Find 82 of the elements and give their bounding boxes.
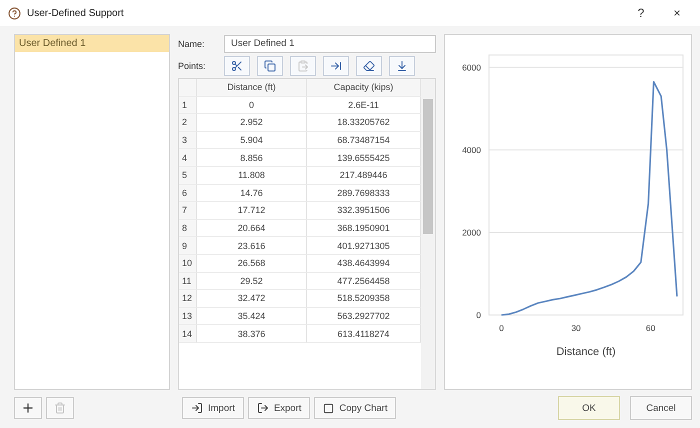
toolbar-button[interactable]	[257, 56, 283, 76]
row-number: 7	[179, 202, 197, 220]
row-number: 5	[179, 166, 197, 185]
column-header: Capacity (kips)	[307, 79, 421, 97]
row-number: 14	[179, 325, 197, 343]
name-label: Name:	[178, 38, 206, 48]
table-cell: 368.1950901	[307, 220, 421, 238]
table-cell: 518.5209358	[307, 290, 421, 308]
table-cell: 17.712	[197, 202, 307, 220]
eraser-icon	[363, 60, 375, 72]
table-cell: 20.664	[197, 220, 307, 238]
cancel-button[interactable]: Cancel	[630, 396, 692, 420]
row-number: 4	[179, 149, 197, 167]
table-cell: 11.808	[197, 166, 307, 185]
toolbar-button[interactable]	[389, 56, 415, 76]
table-cell: 26.568	[197, 254, 307, 273]
toolbar-button[interactable]	[356, 56, 382, 76]
row-number: 11	[179, 272, 197, 290]
table-cell: 139.6555425	[307, 149, 421, 167]
row-number: 6	[179, 184, 197, 202]
table-cell: 5.904	[197, 132, 307, 150]
table-cell: 2.6E-11	[307, 96, 421, 114]
row-number: 9	[179, 237, 197, 255]
close-button[interactable]: ×	[662, 5, 692, 21]
insert-row-icon	[330, 60, 342, 72]
table-cell: 32.472	[197, 290, 307, 308]
table-cell: 332.3951506	[307, 202, 421, 220]
fill-down-icon	[396, 60, 408, 72]
row-number: 3	[179, 132, 197, 150]
copy-icon	[323, 402, 334, 414]
table-cell: 68.73487154	[307, 132, 421, 150]
table-cell: 613.4118274	[307, 325, 421, 343]
scrollbar[interactable]	[421, 79, 435, 389]
copy-button[interactable]: Copy Chart	[314, 397, 396, 419]
points-label: Points:	[178, 60, 207, 70]
import-button[interactable]: Import	[182, 397, 244, 419]
add-button[interactable]	[14, 397, 42, 419]
x-tick-label: 0	[499, 323, 504, 333]
x-tick-label: 60	[646, 323, 656, 333]
table-cell: 35.424	[197, 308, 307, 326]
column-header: Distance (ft)	[197, 79, 307, 97]
export-button[interactable]: Export	[248, 397, 310, 419]
table-cell: 23.616	[197, 237, 307, 255]
table-cell: 563.2927702	[307, 308, 421, 326]
table-cell: 29.52	[197, 272, 307, 290]
support-list-item[interactable]: User Defined 1	[15, 35, 169, 52]
table-cell: 438.4643994	[307, 254, 421, 273]
table-cell: 14.76	[197, 184, 307, 202]
paste-icon	[297, 60, 309, 72]
import-icon	[191, 402, 203, 414]
window-title: User-Defined Support	[27, 8, 125, 18]
table-cell: 2.952	[197, 114, 307, 132]
y-tick-label: 6000	[462, 62, 481, 72]
table-cell: 38.376	[197, 325, 307, 343]
y-tick-label: 0	[476, 310, 481, 320]
table-cell: 0	[197, 96, 307, 114]
table-cell: 289.7698333	[307, 184, 421, 202]
scissors-icon	[231, 60, 243, 72]
help-button[interactable]: ?	[626, 5, 656, 21]
x-tick-label: 30	[571, 323, 581, 333]
table-cell: 401.9271305	[307, 237, 421, 255]
row-number: 12	[179, 290, 197, 308]
ok-button[interactable]: OK	[558, 396, 620, 420]
row-number: 8	[179, 220, 197, 238]
trash-icon	[54, 402, 66, 414]
row-number: 13	[179, 308, 197, 326]
table-cell: 217.489446	[307, 166, 421, 185]
x-axis-title: Distance (ft)	[556, 346, 616, 358]
toolbar-button[interactable]	[323, 56, 349, 76]
name-field[interactable]: User Defined 1	[224, 34, 436, 52]
y-tick-label: 2000	[462, 227, 481, 238]
table-cell: 8.856	[197, 149, 307, 167]
row-number: 10	[179, 254, 197, 273]
copy-icon	[264, 60, 276, 72]
row-number: 1	[179, 96, 197, 114]
export-icon	[256, 402, 269, 414]
row-number: 2	[179, 114, 197, 132]
toolbar-button[interactable]	[224, 56, 250, 76]
plus-icon	[21, 401, 35, 415]
table-cell: 18.33205762	[307, 114, 421, 132]
table-cell: 477.2564458	[307, 272, 421, 290]
y-tick-label: 4000	[462, 144, 481, 155]
